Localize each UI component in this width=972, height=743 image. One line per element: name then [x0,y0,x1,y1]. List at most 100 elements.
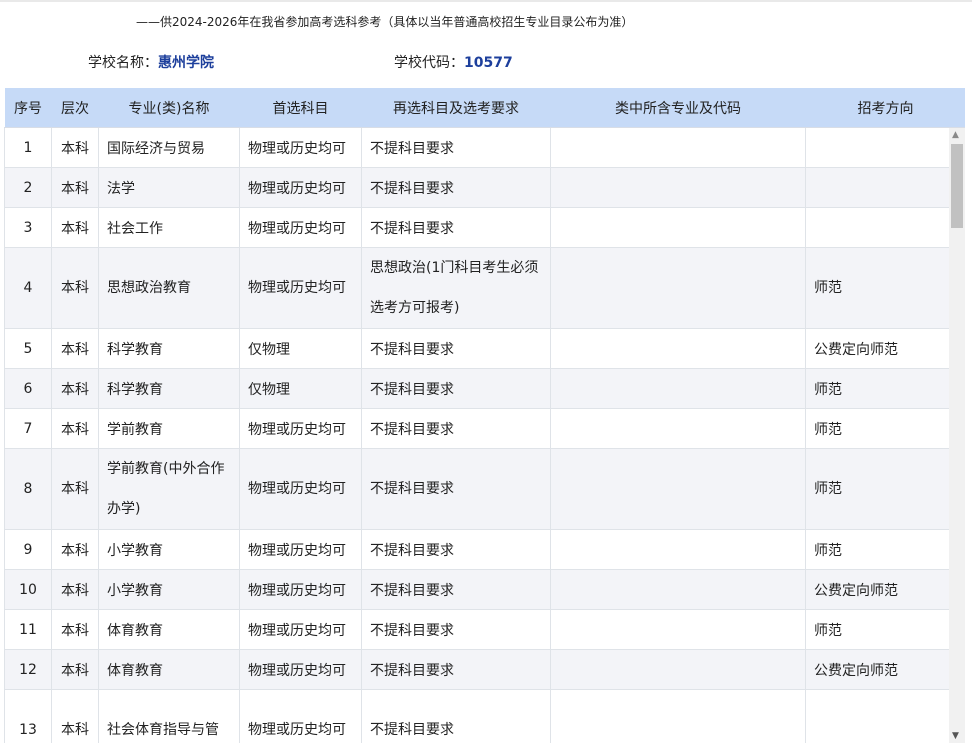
cell-level: 本科 [51,649,99,690]
cell-first-subject: 物理或历史均可 [239,247,362,329]
table-row: 12 本科 体育教育 物理或历史均可 不提科目要求 公费定向师范 [4,649,965,690]
vertical-scrollbar[interactable]: ▲ ▼ [949,128,965,743]
cell-direction [805,167,965,208]
cell-reselect-subjects: 不提科目要求 [361,448,551,530]
table-row: 10 本科 小学教育 物理或历史均可 不提科目要求 公费定向师范 [4,569,965,610]
header-index: 序号 [4,88,52,128]
cell-level: 本科 [51,529,99,570]
table-row: 13 本科 社会体育指导与管 物理或历史均可 不提科目要求 [4,689,965,743]
cell-first-subject: 物理或历史均可 [239,408,362,449]
scrollbar-thumb[interactable] [951,144,963,228]
cell-level: 本科 [51,368,99,409]
school-code-label: 学校代码： [394,55,464,71]
cell-index: 2 [4,167,52,208]
cell-major-name: 学前教育 [98,408,240,449]
cell-first-subject: 物理或历史均可 [239,529,362,570]
table-row: 6 本科 科学教育 仅物理 不提科目要求 师范 [4,368,965,409]
cell-direction [805,689,965,743]
cell-direction: 公费定向师范 [805,328,965,369]
cell-first-subject: 物理或历史均可 [239,649,362,690]
cell-included-majors [550,368,806,409]
header-level: 层次 [51,88,99,128]
top-divider [0,0,972,2]
cell-major-name: 小学教育 [98,529,240,570]
cell-included-majors [550,609,806,650]
cell-level: 本科 [51,247,99,329]
cell-direction: 师范 [805,368,965,409]
cell-index: 4 [4,247,52,329]
cell-included-majors [550,569,806,610]
header-reselect-subjects: 再选科目及选考要求 [361,88,551,128]
cell-index: 7 [4,408,52,449]
cell-major-name: 社会工作 [98,207,240,248]
cell-included-majors [550,127,806,168]
cell-index: 1 [4,127,52,168]
cell-included-majors [550,649,806,690]
cell-first-subject: 物理或历史均可 [239,167,362,208]
cell-index: 3 [4,207,52,248]
cell-index: 13 [4,689,52,743]
majors-table-container[interactable]: 序号 层次 专业(类)名称 首选科目 再选科目及选考要求 类中所含专业及代码 招… [4,88,965,743]
cell-level: 本科 [51,167,99,208]
cell-direction: 公费定向师范 [805,569,965,610]
table-row: 7 本科 学前教育 物理或历史均可 不提科目要求 师范 [4,408,965,449]
school-code: 10577 [464,55,513,71]
cell-level: 本科 [51,408,99,449]
school-name-label: 学校名称： [88,55,158,71]
cell-reselect-subjects: 不提科目要求 [361,368,551,409]
cell-major-name: 小学教育 [98,569,240,610]
cell-direction: 师范 [805,609,965,650]
school-name-line: 学校名称：惠州学院 [88,52,214,72]
cell-included-majors [550,207,806,248]
cell-reselect-subjects: 不提科目要求 [361,408,551,449]
cell-reselect-subjects: 不提科目要求 [361,569,551,610]
triangle-up-icon[interactable]: ▲ [952,130,959,140]
table-row: 5 本科 科学教育 仅物理 不提科目要求 公费定向师范 [4,328,965,369]
cell-major-name: 体育教育 [98,609,240,650]
table-row: 2 本科 法学 物理或历史均可 不提科目要求 [4,167,965,208]
table-header-row: 序号 层次 专业(类)名称 首选科目 再选科目及选考要求 类中所含专业及代码 招… [4,88,965,128]
cell-first-subject: 物理或历史均可 [239,448,362,530]
majors-table: 序号 层次 专业(类)名称 首选科目 再选科目及选考要求 类中所含专业及代码 招… [4,88,965,743]
cell-reselect-subjects: 不提科目要求 [361,328,551,369]
cell-direction [805,207,965,248]
cell-major-name: 社会体育指导与管 [98,689,240,743]
table-row: 1 本科 国际经济与贸易 物理或历史均可 不提科目要求 [4,127,965,168]
table-row: 11 本科 体育教育 物理或历史均可 不提科目要求 师范 [4,609,965,650]
header-major-name: 专业(类)名称 [98,88,240,128]
cell-first-subject: 物理或历史均可 [239,569,362,610]
cell-included-majors [550,247,806,329]
header-first-subject: 首选科目 [239,88,362,128]
cell-first-subject: 物理或历史均可 [239,689,362,743]
table-row: 3 本科 社会工作 物理或历史均可 不提科目要求 [4,207,965,248]
cell-index: 8 [4,448,52,530]
school-code-line: 学校代码：10577 [394,52,513,72]
page-subtitle: ——供2024-2026年在我省参加高考选科参考（具体以当年普通高校招生专业目录… [136,15,634,29]
cell-level: 本科 [51,328,99,369]
triangle-down-icon[interactable]: ▼ [952,731,959,741]
cell-level: 本科 [51,448,99,530]
cell-reselect-subjects: 不提科目要求 [361,649,551,690]
cell-included-majors [550,529,806,570]
cell-index: 9 [4,529,52,570]
cell-major-name: 思想政治教育 [98,247,240,329]
cell-level: 本科 [51,689,99,743]
cell-level: 本科 [51,609,99,650]
cell-first-subject: 物理或历史均可 [239,127,362,168]
cell-major-name: 科学教育 [98,328,240,369]
cell-reselect-subjects: 不提科目要求 [361,207,551,248]
cell-index: 11 [4,609,52,650]
table-row: 8 本科 学前教育(中外合作办学) 物理或历史均可 不提科目要求 师范 [4,448,965,530]
school-name: 惠州学院 [158,55,214,71]
cell-first-subject: 物理或历史均可 [239,207,362,248]
cell-major-name: 国际经济与贸易 [98,127,240,168]
cell-first-subject: 仅物理 [239,368,362,409]
cell-reselect-subjects: 思想政治(1门科目考生必须选考方可报考) [361,247,551,329]
cell-first-subject: 物理或历史均可 [239,609,362,650]
cell-level: 本科 [51,207,99,248]
cell-direction [805,127,965,168]
cell-direction: 师范 [805,247,965,329]
cell-major-name: 科学教育 [98,368,240,409]
cell-reselect-subjects: 不提科目要求 [361,689,551,743]
cell-level: 本科 [51,127,99,168]
